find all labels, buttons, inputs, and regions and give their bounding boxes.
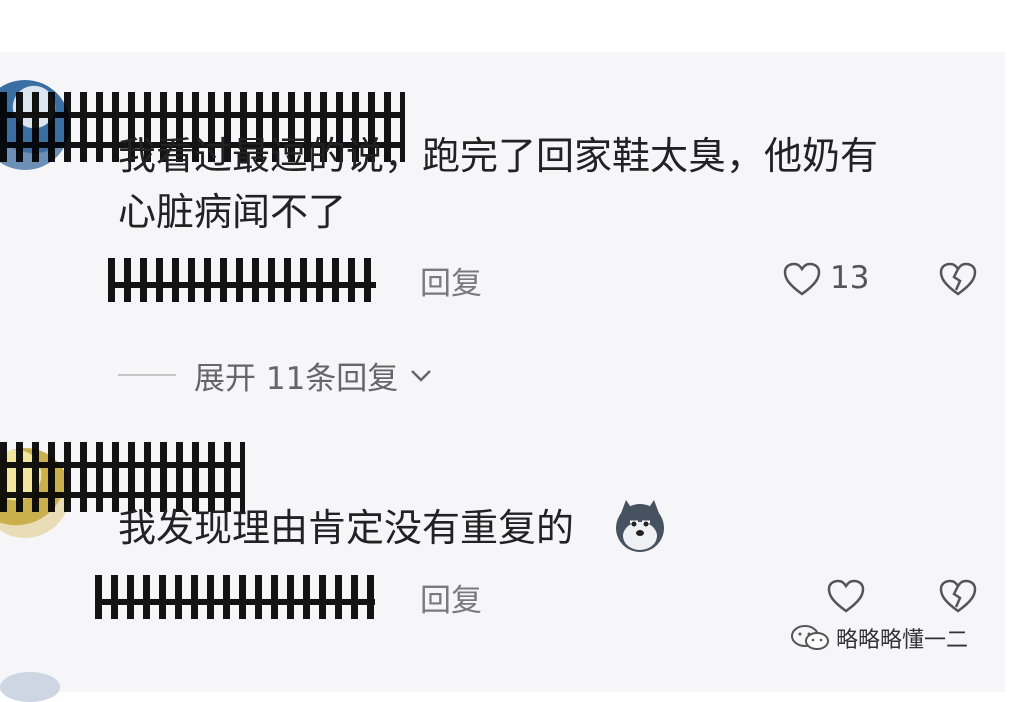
husky-dog-emoji [616,500,664,552]
expand-replies-label: 展开 11条回复 [194,360,399,397]
reply-button[interactable]: 回复 [420,575,482,620]
broken-heart-icon[interactable] [938,577,978,617]
expand-replies-button[interactable]: 展开 11条回复 [118,353,434,397]
comment-text-line: 我看过最逗的说，跑完了回家鞋太臭，他奶有 [118,134,879,178]
like-count: 13 [830,260,870,296]
chevron-down-icon [411,370,432,382]
broken-heart-icon[interactable] [938,260,978,300]
comment-text: 我看过最逗的说，跑完了回家鞋太臭，他奶有 心脏病闻不了 [118,128,948,240]
watermark-text: 略略略懂一二 [836,628,969,653]
comment-meta-obscured [108,258,376,302]
heart-outline-icon[interactable] [782,260,822,300]
divider [118,374,176,376]
comment-text: 我发现理由肯定没有重复的 [118,506,575,550]
wechat-icon [791,625,829,650]
avatar[interactable] [0,672,60,702]
heart-outline-icon[interactable] [826,577,866,617]
reply-button[interactable]: 回复 [420,258,482,303]
comment-text-line: 心脏病闻不了 [118,190,347,234]
watermark: 略略略懂一二 [790,620,968,656]
comment-meta-obscured [95,575,375,619]
